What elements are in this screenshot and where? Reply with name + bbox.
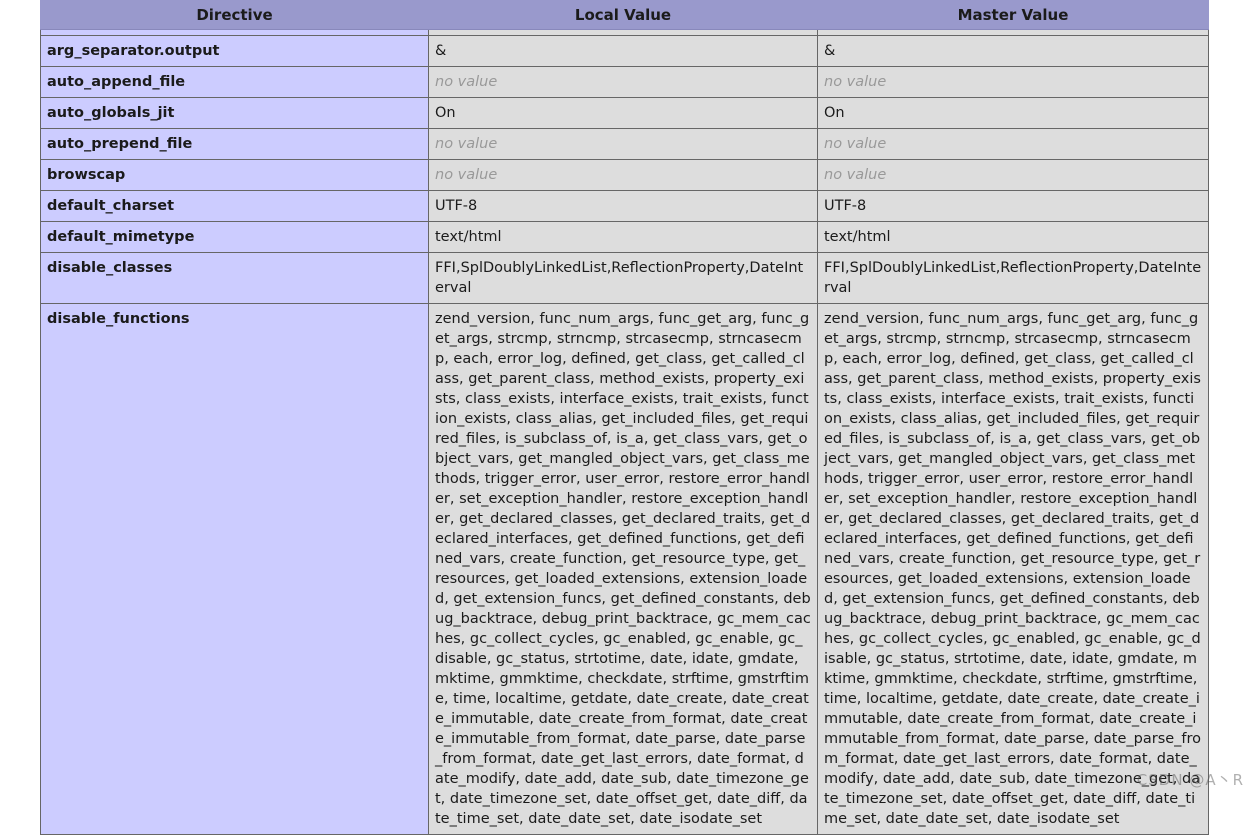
- directive-name: auto_prepend_file: [41, 129, 429, 160]
- master-value: zend_version, func_num_args, func_get_ar…: [818, 304, 1209, 835]
- local-value: no value: [429, 67, 818, 98]
- header-directive: Directive: [41, 1, 429, 30]
- table-row: auto_prepend_file no value no value: [41, 129, 1209, 160]
- table-row: disable_functionszend_version, func_num_…: [41, 304, 1209, 835]
- directive-name: browscap: [41, 160, 429, 191]
- table-row: arg_separator.output&&: [41, 36, 1209, 67]
- table-row: browscap no value no value: [41, 160, 1209, 191]
- directive-name: arg_separator.output: [41, 36, 429, 67]
- directive-name: disable_functions: [41, 304, 429, 835]
- directive-table: Directive Local Value Master Value arg_s…: [40, 0, 1209, 835]
- directive-name: default_mimetype: [41, 222, 429, 253]
- local-value: On: [429, 98, 818, 129]
- local-value: &: [429, 36, 818, 67]
- no-value-text: no value: [435, 136, 497, 152]
- header-local-value: Local Value: [429, 1, 818, 30]
- master-value: UTF-8: [818, 191, 1209, 222]
- table-row: auto_append_file no value no value: [41, 67, 1209, 98]
- table-row: default_mimetypetext/htmltext/html: [41, 222, 1209, 253]
- table-row: disable_classesFFI,SplDoublyLinkedList,R…: [41, 253, 1209, 304]
- watermark: CSDN @A丶R: [1137, 769, 1244, 790]
- no-value-text: no value: [824, 136, 886, 152]
- no-value-text: no value: [435, 74, 497, 90]
- table-header-row: Directive Local Value Master Value: [41, 1, 1209, 30]
- local-value: no value: [429, 129, 818, 160]
- master-value: no value: [818, 129, 1209, 160]
- no-value-text: no value: [435, 167, 497, 183]
- directive-name: default_charset: [41, 191, 429, 222]
- local-value: no value: [429, 160, 818, 191]
- table-row: default_charsetUTF-8UTF-8: [41, 191, 1209, 222]
- local-value: text/html: [429, 222, 818, 253]
- master-value: text/html: [818, 222, 1209, 253]
- phpinfo-section: Directive Local Value Master Value arg_s…: [40, 0, 1208, 835]
- master-value: &: [818, 36, 1209, 67]
- table-row: auto_globals_jitOnOn: [41, 98, 1209, 129]
- master-value: On: [818, 98, 1209, 129]
- directive-name: disable_classes: [41, 253, 429, 304]
- table-body: arg_separator.output&&auto_append_fileno…: [41, 30, 1209, 835]
- master-value: FFI,SplDoublyLinkedList,ReflectionProper…: [818, 253, 1209, 304]
- no-value-text: no value: [824, 167, 886, 183]
- directive-name: auto_append_file: [41, 67, 429, 98]
- no-value-text: no value: [824, 74, 886, 90]
- local-value: FFI,SplDoublyLinkedList,ReflectionProper…: [429, 253, 818, 304]
- directive-name: auto_globals_jit: [41, 98, 429, 129]
- master-value: no value: [818, 160, 1209, 191]
- master-value: no value: [818, 67, 1209, 98]
- header-master-value: Master Value: [818, 1, 1209, 30]
- local-value: UTF-8: [429, 191, 818, 222]
- local-value: zend_version, func_num_args, func_get_ar…: [429, 304, 818, 835]
